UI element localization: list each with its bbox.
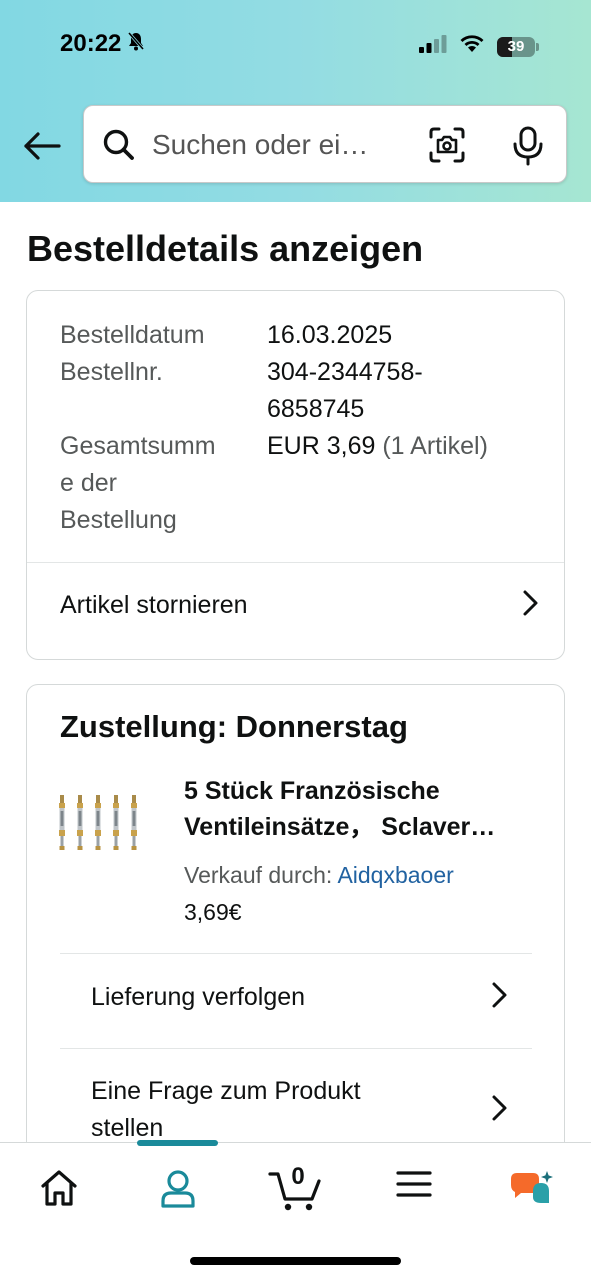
order-summary-card: Bestelldatum 16.03.2025 Bestellnr. 304-2…	[26, 290, 565, 660]
page-title: Bestelldetails anzeigen	[27, 228, 424, 269]
ask-product-question-label: Eine Frage zum Produkt stellen	[91, 1073, 361, 1147]
order-number-value-2: 6858745	[267, 395, 365, 423]
chevron-right-icon	[489, 1094, 509, 1127]
status-indicators: 39	[419, 34, 539, 59]
order-number-label: Bestellnr.	[60, 358, 163, 386]
order-total-label-3: Bestellung	[60, 506, 177, 534]
nav-cart[interactable]: 0	[266, 1163, 326, 1211]
order-total-label-2: e der	[60, 469, 117, 497]
app-header: 20:22 39 Suchen oder ei…	[0, 0, 591, 202]
order-total-label-1: Gesamtsumm	[60, 432, 216, 460]
product-image[interactable]	[57, 793, 157, 853]
order-date-value: 16.03.2025	[267, 321, 393, 349]
nav-menu[interactable]	[384, 1169, 444, 1211]
seller-name-link[interactable]: Aidqxbaoer	[337, 862, 453, 888]
order-date-label: Bestelldatum	[60, 321, 205, 349]
user-icon	[161, 1170, 195, 1208]
chevron-right-icon	[489, 981, 509, 1014]
bell-muted-icon	[127, 30, 145, 58]
order-item-count: (1 Artikel)	[382, 432, 488, 460]
track-delivery-label: Lieferung verfolgen	[91, 983, 306, 1011]
menu-icon	[396, 1171, 432, 1197]
arrow-left-icon	[24, 132, 61, 160]
divider	[60, 953, 532, 954]
delivery-title: Zustellung: Donnerstag	[60, 709, 408, 744]
product-title-link[interactable]: 5 Stück Französische Ventileinsätze， Scl…	[184, 773, 534, 845]
nav-rufus-assistant[interactable]	[502, 1169, 562, 1211]
back-button[interactable]	[20, 124, 64, 168]
order-total-value-group: EUR 3,69 (1 Artikel)	[267, 428, 537, 465]
order-total-value: EUR 3,69	[267, 432, 376, 460]
status-time-group: 20:22	[60, 30, 145, 58]
rufus-assistant-icon	[511, 1171, 553, 1203]
nav-account[interactable]	[148, 1169, 208, 1211]
battery-icon: 39	[497, 36, 539, 57]
delivery-card: Zustellung: Donnerstag 5 Stück Französis…	[26, 684, 565, 1154]
camera-icon[interactable]	[428, 126, 466, 169]
product-title-line-1: 5 Stück Französische	[184, 777, 440, 805]
ask-product-question-link[interactable]: Eine Frage zum Produkt stellen	[91, 1073, 509, 1147]
order-number-value-1: 304-2344758-	[267, 358, 423, 386]
divider	[27, 562, 564, 563]
seller-label: Verkauf durch:	[184, 862, 333, 888]
wifi-icon	[459, 34, 485, 59]
ask-product-question-line-1: Eine Frage zum Produkt	[91, 1077, 361, 1105]
active-tab-indicator	[137, 1140, 218, 1146]
divider	[60, 1048, 532, 1049]
product-price: 3,69€	[184, 899, 242, 925]
home-indicator	[190, 1257, 401, 1265]
cancel-items-link[interactable]: Artikel stornieren	[60, 587, 540, 624]
signal-icon	[419, 35, 447, 58]
seller-info: Verkauf durch: Aidqxbaoer	[184, 857, 454, 893]
battery-level: 39	[507, 38, 525, 55]
nav-home[interactable]	[29, 1169, 89, 1211]
bottom-navigation: 0	[0, 1140, 591, 1280]
search-bar[interactable]	[83, 105, 567, 183]
chevron-right-icon	[520, 589, 540, 622]
status-time: 20:22	[60, 30, 122, 57]
status-bar: 20:22 39	[0, 0, 591, 92]
home-icon	[41, 1170, 77, 1206]
search-icon	[102, 128, 136, 167]
cancel-items-label: Artikel stornieren	[60, 591, 248, 619]
track-delivery-link[interactable]: Lieferung verfolgen	[91, 979, 509, 1016]
product-title-line-2: Ventileinsätze， Sclaver…	[184, 813, 496, 841]
search-input[interactable]	[152, 124, 402, 166]
microphone-icon[interactable]	[510, 126, 546, 171]
cart-count: 0	[291, 1163, 305, 1190]
